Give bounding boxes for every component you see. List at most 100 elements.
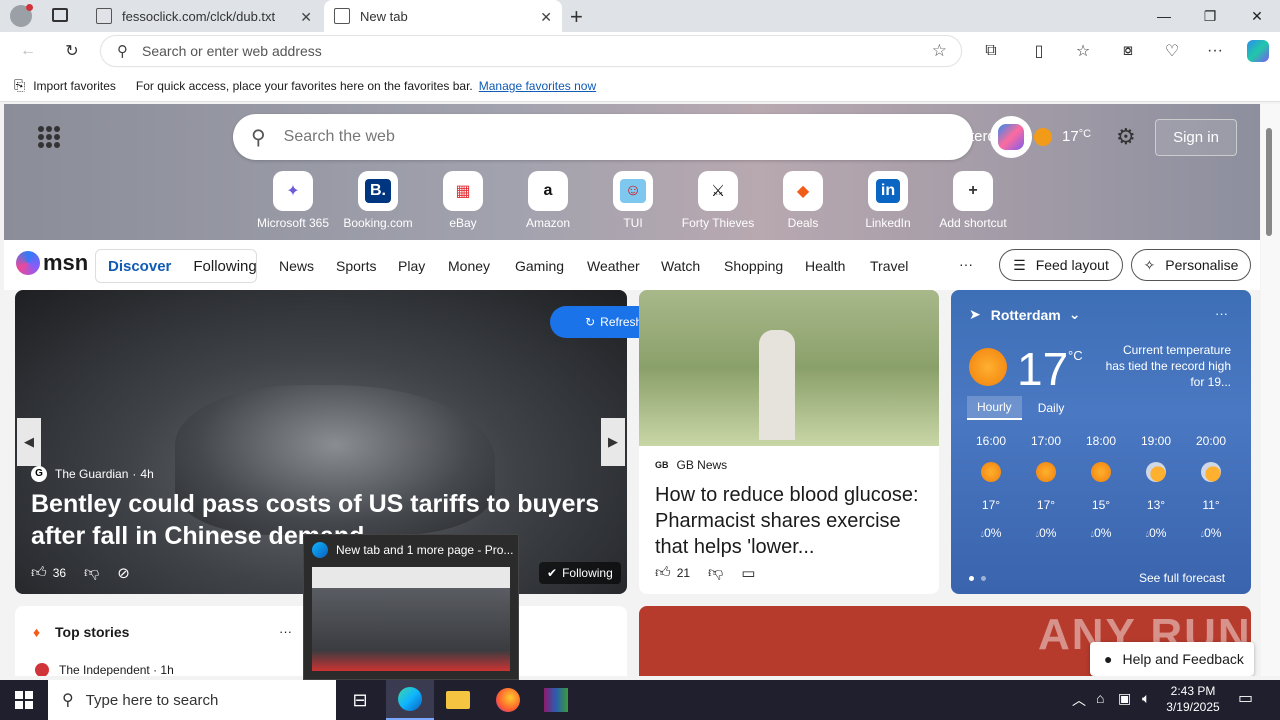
hourly-forecast-item[interactable]: 18:00 15° 💧︎0% (1075, 434, 1127, 540)
web-search-box[interactable]: ⚲ Search the web (233, 114, 973, 160)
device-icon[interactable]: ⌂ (1096, 690, 1104, 706)
personalise-button[interactable]: ✧ Personalise (1131, 249, 1251, 281)
shortcut-label: Amazon (525, 216, 571, 230)
shortcut-amazon[interactable]: a Amazon (508, 171, 588, 230)
clock[interactable]: 2:43 PM 3/19/2025 (1160, 683, 1226, 715)
close-window-button[interactable]: ✕ (1234, 0, 1280, 32)
favorites-icon[interactable]: ☆ (1070, 39, 1096, 63)
settings-more-icon[interactable]: ··· (1202, 39, 1228, 63)
close-tab-icon[interactable]: ✕ (540, 9, 552, 26)
split-screen-icon[interactable]: ▯ (1026, 39, 1052, 63)
header-temperature[interactable]: 17°C (1062, 128, 1091, 145)
taskbar-thumbnail-preview[interactable]: New tab and 1 more page - Pro... (303, 534, 519, 680)
nav-weather[interactable]: Weather (587, 258, 640, 274)
sign-in-button[interactable]: Sign in (1155, 119, 1237, 156)
following-badge[interactable]: ✔ Following (539, 562, 621, 584)
shortcut-deals[interactable]: ◆ Deals (763, 171, 843, 230)
nav-gaming[interactable]: Gaming (515, 258, 564, 274)
story-source: GB GB News (655, 458, 728, 472)
nav-news[interactable]: News (279, 258, 314, 274)
file-explorer-icon[interactable] (434, 680, 482, 720)
shortcut-microsoft-365[interactable]: ✦ Microsoft 365 (253, 171, 333, 230)
firefox-icon[interactable] (484, 680, 532, 720)
nav-shopping[interactable]: Shopping (724, 258, 783, 274)
more-options-icon[interactable]: ··· (279, 624, 292, 639)
hour-temp: 13° (1146, 498, 1166, 512)
tab-hourly[interactable]: Hourly (967, 396, 1022, 420)
collections-icon[interactable]: ⧇ (1115, 39, 1141, 63)
new-tab-button[interactable]: + (570, 4, 583, 30)
volume-icon[interactable]: 🔈︎ (1142, 690, 1150, 707)
story-headline[interactable]: How to reduce blood glucose: Pharmacist … (655, 482, 925, 560)
network-icon[interactable]: ▣ (1118, 690, 1131, 707)
fire-icon: ♦ (33, 624, 41, 640)
page-settings-icon[interactable]: ⚙ (1116, 124, 1136, 150)
dislike-icon[interactable]: 👎︎ (708, 564, 723, 582)
shortcut-booking-com[interactable]: B. Booking.com (338, 171, 418, 230)
taskbar-search-box[interactable]: ⚲ Type here to search (48, 680, 336, 720)
tab-discover[interactable]: Discover (108, 258, 171, 275)
manage-favorites-link[interactable]: Manage favorites now (479, 79, 596, 93)
weather-alert[interactable]: Current temperature has tied the record … (1101, 342, 1231, 390)
nav-more-button[interactable]: ··· (959, 256, 973, 272)
comment-icon[interactable]: ▭ (741, 564, 755, 582)
nav-money[interactable]: Money (448, 258, 490, 274)
page-scrollbar[interactable] (1261, 104, 1280, 676)
back-icon[interactable]: ← (15, 39, 41, 63)
help-feedback-button[interactable]: ● Help and Feedback (1090, 642, 1254, 676)
address-bar[interactable]: ⚲ Search or enter web address ☆ (100, 35, 962, 67)
browser-essentials-icon[interactable]: ♡ (1159, 39, 1185, 63)
weather-card[interactable]: ➤ Rotterdam ⌄ ··· 17 °C Current temperatur… (951, 290, 1251, 594)
shortcut-forty-thieves[interactable]: ⚔ Forty Thieves (678, 171, 758, 230)
notifications-icon[interactable]: ▭ (1238, 688, 1253, 708)
tab-daily[interactable]: Daily (1022, 397, 1081, 419)
hourly-forecast-item[interactable]: 16:00 17° 💧︎0% (965, 434, 1017, 540)
extensions-icon[interactable]: ⧉ (978, 39, 1004, 63)
show-hidden-icons[interactable]: ︿ (1072, 690, 1086, 710)
start-button[interactable] (0, 680, 48, 720)
more-options-icon[interactable]: ··· (1215, 306, 1228, 321)
story-image (639, 290, 939, 446)
import-favorites-link[interactable]: Import favorites (33, 79, 116, 93)
apps-launcher-icon[interactable] (38, 126, 60, 148)
hourly-forecast-item[interactable]: 19:00 13° 💧︎0% (1130, 434, 1182, 540)
close-tab-icon[interactable]: ✕ (300, 9, 312, 26)
weather-location[interactable]: ➤ Rotterdam ⌄ (969, 306, 1080, 323)
carousel-next-button[interactable]: ▶ (601, 418, 625, 466)
copilot-icon[interactable] (1245, 39, 1271, 63)
refresh-icon[interactable]: ↻ (59, 39, 85, 63)
like-icon[interactable]: 👍︎ (655, 564, 671, 582)
shortcut-linkedin[interactable]: in LinkedIn (848, 171, 928, 230)
shortcut-add-shortcut[interactable]: + Add shortcut (933, 171, 1013, 230)
shortcut-ebay[interactable]: ▦ eBay (423, 171, 503, 230)
minimize-button[interactable]: — (1141, 0, 1187, 32)
shortcut-tui[interactable]: ☺ TUI (593, 171, 673, 230)
gbnews-story-card[interactable]: GB GB News How to reduce blood glucose: P… (639, 290, 939, 594)
copilot-button[interactable] (990, 116, 1032, 158)
feed-layout-button[interactable]: ☰ Feed layout (999, 249, 1123, 281)
tab-fessoclick[interactable]: fessoclick.com/clck/dub.txt ✕ (86, 0, 322, 32)
like-icon[interactable]: 👍︎ (31, 564, 47, 582)
hourly-forecast-item[interactable]: 17:00 17° 💧︎0% (1020, 434, 1072, 540)
preview-title: New tab and 1 more page - Pro... (336, 543, 514, 557)
hourly-forecast-item[interactable]: 20:00 11° 💧︎0% (1185, 434, 1237, 540)
hide-story-icon[interactable]: ⊘ (117, 564, 130, 582)
see-full-forecast-link[interactable]: See full forecast (1139, 571, 1225, 585)
nav-watch[interactable]: Watch (661, 258, 700, 274)
favorite-star-icon[interactable]: ☆ (932, 41, 947, 61)
nav-health[interactable]: Health (805, 258, 845, 274)
nav-play[interactable]: Play (398, 258, 425, 274)
restore-button[interactable]: ❐ (1187, 0, 1233, 32)
msn-logo[interactable]: msn (16, 250, 88, 276)
carousel-prev-button[interactable]: ◀ (17, 418, 41, 466)
tab-actions-icon[interactable] (52, 8, 68, 22)
edge-taskbar-icon[interactable] (386, 680, 434, 720)
profile-avatar[interactable] (10, 4, 33, 27)
winrar-icon[interactable] (532, 680, 580, 720)
task-view-icon[interactable]: ⊟ (336, 680, 384, 720)
dislike-icon[interactable]: 👎︎ (84, 564, 99, 582)
nav-sports[interactable]: Sports (336, 258, 376, 274)
tab-new-tab[interactable]: New tab ✕ (324, 0, 562, 32)
nav-travel[interactable]: Travel (870, 258, 908, 274)
tab-following[interactable]: Following (193, 258, 256, 275)
